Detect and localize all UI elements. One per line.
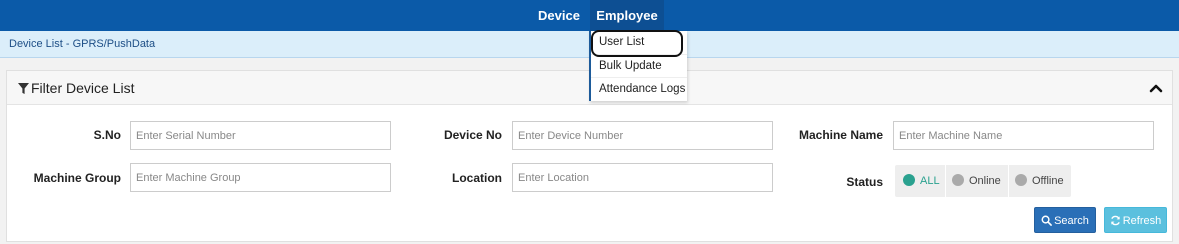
status-option-all[interactable]: ALL [903, 165, 940, 197]
employee-dropdown-menu: User List Bulk Update Attendance Logs [589, 31, 687, 101]
breadcrumb: Device List - GPRS/PushData [9, 38, 156, 50]
divider [945, 165, 946, 197]
panel-title: Filter Device List [18, 71, 134, 105]
menu-item-user-list[interactable]: User List [591, 31, 687, 54]
radio-dot-icon [1015, 174, 1027, 186]
divider [1008, 165, 1009, 197]
machine-name-label: Machine Name [798, 128, 883, 142]
status-radio-group: ALL Online Offline [895, 165, 1071, 197]
search-button[interactable]: Search [1034, 207, 1096, 233]
search-icon [1041, 215, 1052, 226]
machine-name-input[interactable] [893, 121, 1154, 150]
device-no-label: Device No [443, 128, 502, 142]
sno-label: S.No [93, 128, 121, 142]
refresh-button[interactable]: Refresh [1104, 207, 1167, 233]
refresh-icon [1110, 215, 1120, 226]
menu-item-attendance-logs[interactable]: Attendance Logs [591, 77, 687, 100]
radio-dot-icon [903, 174, 915, 186]
filter-icon [18, 83, 29, 94]
menu-item-bulk-update[interactable]: Bulk Update [591, 54, 687, 77]
status-label: Status [846, 175, 883, 189]
device-no-input[interactable] [512, 121, 773, 150]
location-input[interactable] [512, 163, 773, 192]
chevron-up-icon[interactable] [1148, 80, 1164, 96]
radio-dot-icon [952, 174, 964, 186]
status-option-online[interactable]: Online [952, 165, 1001, 197]
sno-input[interactable] [130, 121, 391, 150]
top-navbar: Device Employee [0, 0, 1179, 31]
machine-group-input[interactable] [130, 163, 391, 192]
machine-group-label: Machine Group [33, 171, 121, 185]
nav-device[interactable]: Device [530, 0, 588, 31]
location-label: Location [452, 171, 502, 185]
nav-employee[interactable]: Employee [590, 0, 664, 31]
status-option-offline[interactable]: Offline [1015, 165, 1064, 197]
panel-title-text: Filter Device List [31, 80, 135, 96]
